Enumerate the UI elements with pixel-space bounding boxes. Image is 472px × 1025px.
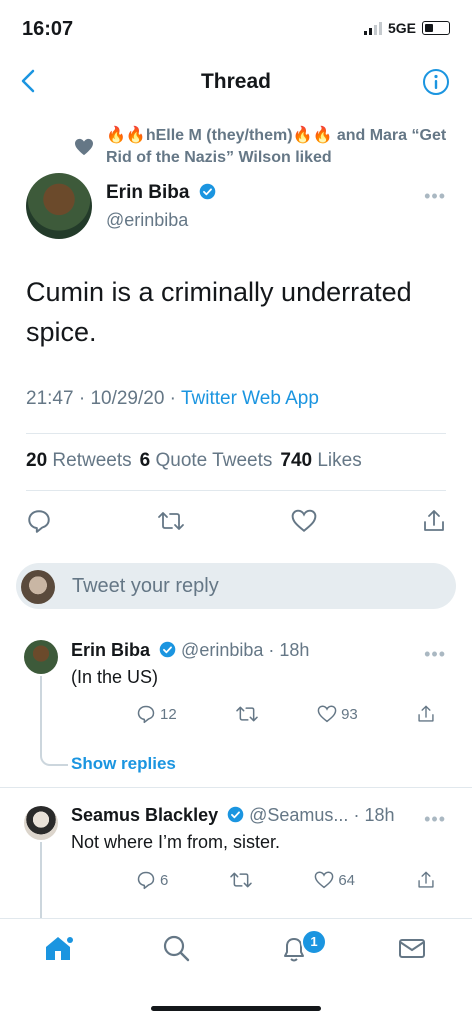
- author-name-row[interactable]: Erin Biba: [106, 182, 216, 204]
- reply-text: (In the US): [71, 667, 159, 687]
- likes-count: 740: [280, 450, 313, 471]
- retweets-stat[interactable]: 20 Retweets: [26, 450, 132, 472]
- retweet-icon[interactable]: [229, 870, 253, 890]
- more-options-icon[interactable]: •••: [424, 644, 446, 665]
- retweets-label: Retweets: [52, 450, 132, 471]
- quotes-stat[interactable]: 6 Quote Tweets: [140, 450, 273, 472]
- verified-badge-icon: [227, 806, 244, 823]
- tweet-time: 21:47: [26, 388, 74, 409]
- share-icon[interactable]: [422, 508, 446, 534]
- show-replies-link[interactable]: Show replies: [71, 754, 176, 774]
- divider: [26, 490, 446, 491]
- notifications-badge: 1: [301, 929, 327, 955]
- more-options-icon[interactable]: •••: [424, 809, 446, 830]
- like-heart-icon: [314, 871, 334, 889]
- retweet-icon[interactable]: [157, 508, 185, 534]
- share-icon[interactable]: [416, 870, 436, 890]
- reply-author-handle[interactable]: @Seamus...: [249, 805, 348, 825]
- tweet-date: 10/29/20: [90, 388, 165, 409]
- reply-count: 6: [160, 871, 169, 889]
- reply-button[interactable]: 12: [136, 704, 177, 724]
- verified-badge-icon: [159, 641, 176, 658]
- status-indicators: 5GE: [363, 20, 450, 36]
- tweet-text: Cumin is a criminally underrated spice.: [26, 277, 412, 347]
- network-label: 5GE: [387, 20, 416, 36]
- thread-line: [40, 676, 42, 738]
- reply-input-placeholder[interactable]: Tweet your reply: [72, 575, 219, 598]
- home-tab-icon[interactable]: [42, 932, 74, 964]
- reply-actions: 12 93: [136, 704, 436, 724]
- reply-actions: 6 64: [136, 870, 436, 890]
- reply-button[interactable]: 6: [136, 870, 168, 890]
- like-heart-icon: [317, 705, 337, 723]
- reply-text: Not where I’m from, sister.: [71, 832, 281, 852]
- thread-line: [40, 842, 42, 918]
- status-time: 16:07: [22, 18, 74, 40]
- thread-connector: [40, 738, 68, 766]
- reply-icon[interactable]: [26, 508, 52, 534]
- retweets-count: 20: [26, 450, 48, 471]
- reply-header: Erin Biba @erinbiba · 18h: [71, 640, 310, 660]
- page-title: Thread: [200, 70, 271, 93]
- user-avatar: [21, 570, 55, 604]
- reply-icon: [137, 705, 155, 724]
- quotes-count: 6: [139, 450, 151, 471]
- reply-author-name[interactable]: Erin Biba: [71, 640, 150, 660]
- like-button[interactable]: 64: [314, 871, 355, 889]
- reply-header: Seamus Blackley @Seamus... · 18h: [71, 805, 395, 825]
- reply-icon: [137, 871, 155, 890]
- like-count: 64: [338, 871, 355, 889]
- signal-icon: [363, 21, 382, 35]
- quotes-label: Quote Tweets: [155, 450, 273, 471]
- battery-icon: [422, 21, 450, 35]
- divider: [26, 433, 446, 434]
- reply-author-handle[interactable]: @erinbiba: [181, 640, 263, 660]
- tweet-actions: [26, 508, 446, 534]
- reply-age: 18h: [364, 805, 395, 825]
- share-icon[interactable]: [416, 704, 436, 724]
- engagement-stats: 20 Retweets 6 Quote Tweets 740 Likes: [26, 450, 362, 472]
- search-tab-icon[interactable]: [160, 932, 192, 964]
- reply-count: 12: [160, 705, 177, 723]
- reply-author-name[interactable]: Seamus Blackley: [71, 805, 218, 825]
- likes-stat[interactable]: 740 Likes: [280, 450, 361, 472]
- social-context[interactable]: 🔥🔥hElle M (they/them)🔥🔥 and Mara “Get Ri…: [106, 125, 456, 169]
- reply-avatar[interactable]: [24, 806, 58, 840]
- like-button[interactable]: 93: [317, 705, 358, 723]
- info-icon[interactable]: [422, 68, 450, 96]
- tweet-meta: 21:47 · 10/29/20 · Twitter Web App: [26, 388, 319, 409]
- liked-heart-icon: [75, 138, 93, 156]
- author-name: Erin Biba: [106, 182, 190, 203]
- author-avatar[interactable]: [26, 173, 92, 239]
- like-count: 93: [341, 705, 358, 723]
- author-handle[interactable]: @erinbiba: [106, 210, 188, 231]
- like-heart-icon[interactable]: [291, 509, 317, 533]
- verified-badge-icon: [199, 183, 215, 200]
- reply-avatar[interactable]: [24, 640, 58, 674]
- likes-label: Likes: [317, 450, 362, 471]
- messages-tab-icon[interactable]: [396, 932, 428, 964]
- divider: [0, 787, 472, 788]
- tweet-source-link[interactable]: Twitter Web App: [181, 388, 319, 409]
- home-indicator: [151, 1006, 321, 1011]
- reply-age: 18h: [279, 640, 310, 660]
- retweet-icon[interactable]: [235, 704, 259, 724]
- more-options-icon[interactable]: •••: [424, 186, 446, 207]
